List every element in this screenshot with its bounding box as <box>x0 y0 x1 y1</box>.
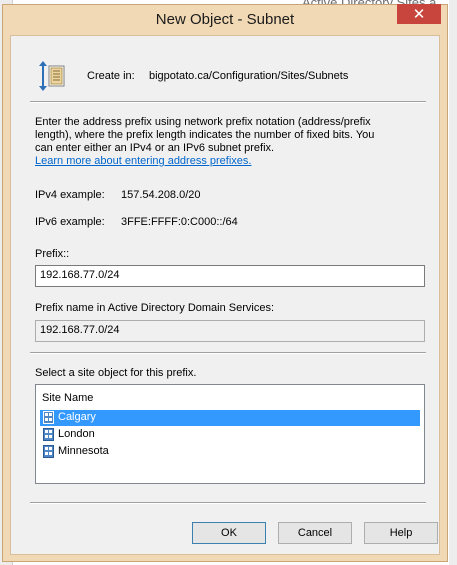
title-bar[interactable]: New Object - Subnet ✕ <box>3 4 447 35</box>
site-name: London <box>58 428 95 440</box>
close-button[interactable]: ✕ <box>397 4 441 24</box>
site-icon <box>43 428 54 441</box>
site-icon <box>43 445 54 458</box>
prefix-name-label: Prefix name in Active Directory Domain S… <box>35 302 275 314</box>
separator <box>30 502 426 504</box>
description-text: Enter the address prefix using network p… <box>35 116 375 154</box>
dialog-body: Create in: bigpotato.ca/Configuration/Si… <box>10 35 440 555</box>
site-row-minnesota[interactable]: Minnesota <box>40 444 420 460</box>
create-in-label: Create in: <box>87 70 135 82</box>
site-row-london[interactable]: London <box>40 427 420 443</box>
site-select-label: Select a site object for this prefix. <box>35 367 197 379</box>
description: Enter the address prefix using network p… <box>35 116 385 168</box>
site-row-calgary[interactable]: Calgary <box>40 410 420 426</box>
ipv6-example-label: IPv6 example: <box>35 216 105 228</box>
site-name: Calgary <box>58 411 96 423</box>
site-icon <box>43 411 54 424</box>
learn-more-link[interactable]: Learn more about entering address prefix… <box>35 155 251 167</box>
ipv4-example-value: 157.54.208.0/20 <box>121 189 201 201</box>
new-subnet-dialog: New Object - Subnet ✕ Create in: bigpota… <box>2 4 448 562</box>
help-button[interactable]: Help <box>364 522 438 544</box>
separator <box>30 101 426 103</box>
ok-button[interactable]: OK <box>192 522 266 544</box>
prefix-input[interactable]: 192.168.77.0/24 <box>35 265 425 287</box>
site-name-column-header[interactable]: Site Name <box>42 392 93 404</box>
separator <box>30 352 426 354</box>
close-icon: ✕ <box>412 5 426 23</box>
site-name: Minnesota <box>58 445 109 457</box>
background-right-pane <box>449 0 457 565</box>
dialog-title: New Object - Subnet <box>155 11 295 28</box>
ipv6-example-value: 3FFE:FFFF:0:C000::/64 <box>121 216 238 228</box>
site-list[interactable]: Site Name Calgary London Minnesota <box>35 384 425 484</box>
ad-container-icon <box>39 61 65 91</box>
prefix-name-field: 192.168.77.0/24 <box>35 320 425 342</box>
cancel-button[interactable]: Cancel <box>278 522 352 544</box>
prefix-label: Prefix:: <box>35 248 70 260</box>
ipv4-example-label: IPv4 example: <box>35 189 105 201</box>
create-in-path: bigpotato.ca/Configuration/Sites/Subnets <box>149 70 349 82</box>
